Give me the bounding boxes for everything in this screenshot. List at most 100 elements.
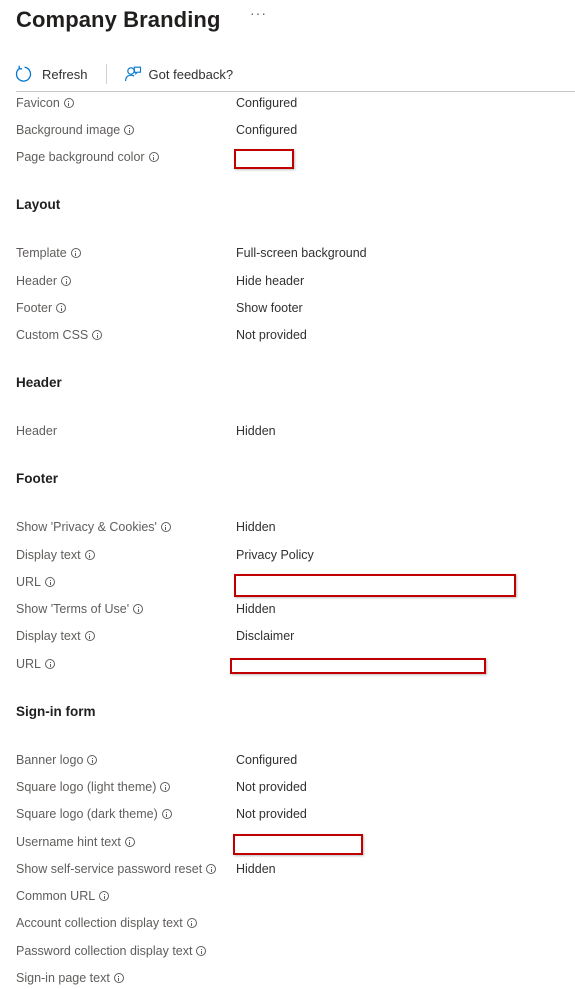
property-row-terms-display-text: Display text Disclaimer — [16, 626, 575, 646]
property-value: Privacy Policy — [236, 548, 314, 562]
property-row-template: Template Full-screen background — [16, 243, 575, 263]
more-actions-button[interactable]: ··· — [250, 5, 267, 21]
property-label: Header — [16, 274, 57, 288]
property-label: Background image — [16, 123, 121, 137]
property-row-header: Header Hide header — [16, 271, 575, 291]
property-label: Header — [16, 424, 57, 438]
toolbar-divider — [105, 64, 107, 84]
property-label: Custom CSS — [16, 328, 89, 342]
info-icon[interactable] — [124, 837, 135, 847]
property-label: Banner logo — [16, 753, 84, 767]
refresh-label: Refresh — [42, 66, 88, 82]
property-row-common-url: Common URL — [16, 886, 575, 906]
command-bar: Refresh Got feedback? — [14, 62, 233, 86]
info-icon[interactable] — [61, 276, 71, 286]
property-label: URL — [16, 575, 42, 589]
page-header: Company Branding — [16, 0, 221, 40]
property-value: Hidden — [236, 862, 276, 876]
feedback-label: Got feedback? — [148, 66, 234, 82]
section-heading-signin-form: Sign-in form — [16, 704, 96, 719]
property-label: Sign-in page text — [16, 971, 110, 985]
property-label: Page background color — [16, 150, 145, 164]
property-row-password-collection: Password collection display text — [16, 941, 575, 961]
info-icon[interactable] — [45, 577, 56, 587]
property-row-page-background-color: Page background color — [16, 147, 575, 167]
property-label: Password collection display text — [16, 944, 193, 958]
info-icon[interactable] — [206, 864, 217, 874]
info-icon[interactable] — [84, 550, 95, 560]
property-label: Square logo (light theme) — [16, 780, 157, 794]
feedback-icon — [124, 65, 142, 83]
property-label: Footer — [16, 301, 53, 315]
info-icon[interactable] — [148, 152, 159, 162]
info-icon[interactable] — [124, 125, 135, 135]
property-row-favicon: Favicon Configured — [16, 93, 575, 113]
info-icon[interactable] — [63, 98, 74, 108]
property-value: Configured — [236, 753, 298, 767]
refresh-button[interactable]: Refresh — [14, 65, 88, 83]
property-label: Account collection display text — [16, 916, 183, 930]
info-icon[interactable] — [56, 303, 67, 313]
property-row-terms-of-use: Show 'Terms of Use' Hidden — [16, 599, 575, 619]
property-label: Display text — [16, 629, 81, 643]
property-label: Square logo (dark theme) — [16, 807, 158, 821]
property-value: Hidden — [236, 602, 276, 616]
info-icon[interactable] — [186, 918, 197, 928]
info-icon[interactable] — [160, 522, 171, 532]
property-value: Hide header — [236, 274, 305, 288]
property-label: Template — [16, 246, 67, 260]
property-row-custom-css: Custom CSS Not provided — [16, 325, 575, 345]
info-icon[interactable] — [196, 946, 207, 956]
info-icon[interactable] — [84, 631, 95, 641]
property-label: Display text — [16, 548, 81, 562]
redacted-value-box — [234, 574, 516, 597]
redacted-value-box — [234, 149, 294, 169]
toolbar-divider-line — [16, 91, 575, 92]
info-icon[interactable] — [160, 782, 171, 792]
page-title: Company Branding — [16, 7, 221, 32]
redacted-value-box — [233, 834, 363, 855]
section-heading-layout: Layout — [16, 197, 61, 212]
property-value: Hidden — [236, 424, 276, 438]
property-value: Full-screen background — [236, 246, 367, 260]
property-label: URL — [16, 657, 42, 671]
property-row-account-collection: Account collection display text — [16, 913, 575, 933]
property-row-square-logo-dark: Square logo (dark theme) Not provided — [16, 804, 575, 824]
feedback-button[interactable]: Got feedback? — [124, 65, 234, 83]
property-label: Show 'Privacy & Cookies' — [16, 520, 157, 534]
info-icon[interactable] — [113, 973, 124, 983]
info-icon[interactable] — [92, 330, 103, 340]
info-icon[interactable] — [161, 809, 172, 819]
property-label: Favicon — [16, 96, 60, 110]
property-value: Configured — [236, 123, 298, 137]
property-row-header-visibility: Header Hidden — [16, 421, 575, 441]
info-icon[interactable] — [70, 248, 81, 258]
property-value: Not provided — [236, 328, 307, 342]
property-row-sspr: Show self-service password reset Hidden — [16, 859, 575, 879]
property-label: Show self-service password reset — [16, 862, 203, 876]
property-row-footer: Footer Show footer — [16, 298, 575, 318]
property-row-privacy-display-text: Display text Privacy Policy — [16, 545, 575, 565]
property-value: Disclaimer — [236, 629, 295, 643]
info-icon[interactable] — [87, 755, 98, 765]
property-row-background-image: Background image Configured — [16, 120, 575, 140]
property-value: Show footer — [236, 301, 303, 315]
property-row-signin-page-text: Sign-in page text — [16, 968, 575, 988]
property-value: Configured — [236, 96, 298, 110]
info-icon[interactable] — [99, 891, 110, 901]
property-row-banner-logo: Banner logo Configured — [16, 750, 575, 770]
info-icon[interactable] — [133, 604, 144, 614]
property-value: Not provided — [236, 780, 307, 794]
section-heading-header: Header — [16, 375, 62, 390]
property-label: Common URL — [16, 889, 96, 903]
property-label: Show 'Terms of Use' — [16, 602, 130, 616]
property-value: Not provided — [236, 807, 307, 821]
property-row-privacy-cookies: Show 'Privacy & Cookies' Hidden — [16, 517, 575, 537]
property-label: Username hint text — [16, 835, 121, 849]
redacted-value-box — [230, 658, 486, 674]
info-icon[interactable] — [45, 659, 56, 669]
property-row-square-logo-light: Square logo (light theme) Not provided — [16, 777, 575, 797]
property-value: Hidden — [236, 520, 276, 534]
refresh-icon — [14, 65, 32, 83]
section-heading-footer: Footer — [16, 471, 58, 486]
